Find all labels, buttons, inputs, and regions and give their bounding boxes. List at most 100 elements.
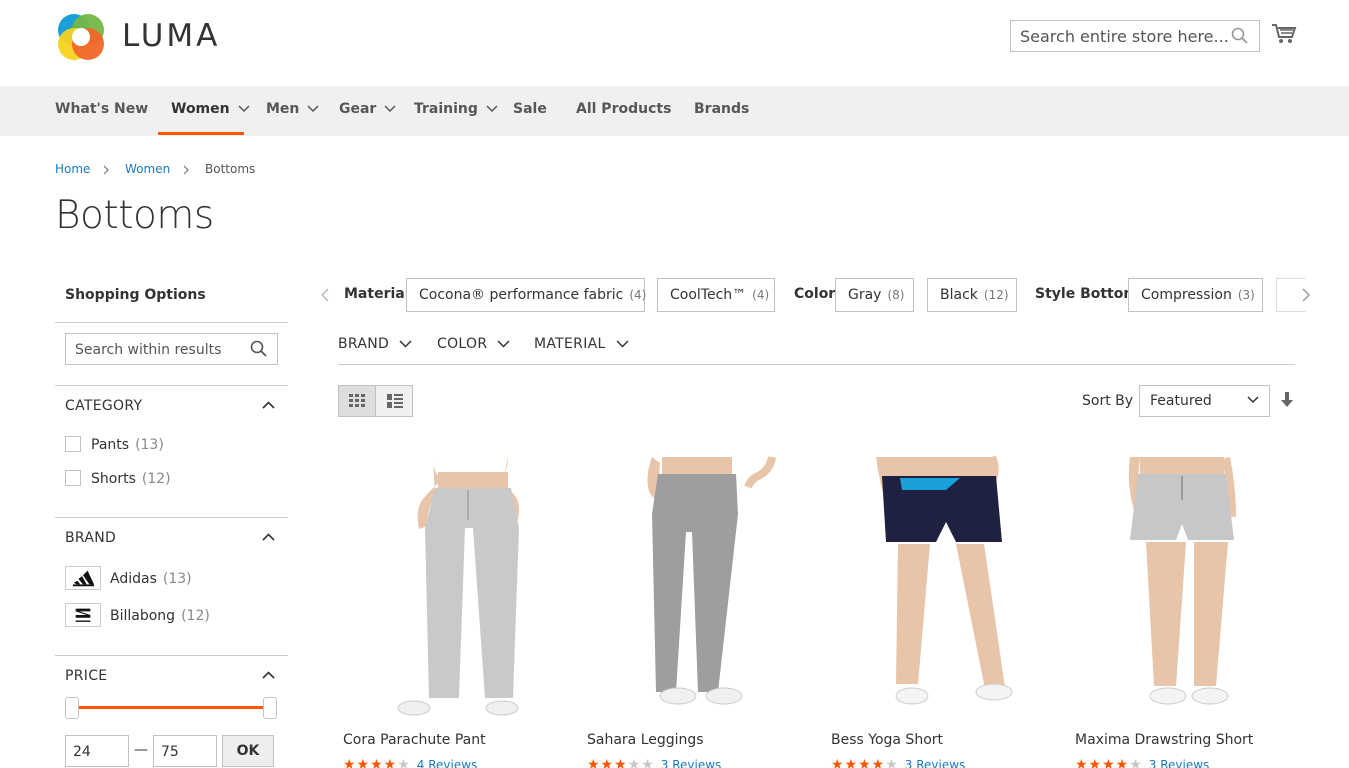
nav-item-training[interactable]: Training [414,101,498,117]
product-image[interactable] [582,452,822,718]
list-icon [387,394,403,408]
chip-text: Gray [848,287,882,303]
category-option-pants[interactable]: Pants (13) [91,437,164,453]
cart-icon[interactable] [1271,22,1297,46]
dropdown-filter-material[interactable]: MATERIAL [534,336,629,352]
billabong-logo-icon[interactable] [65,603,101,627]
chip-gray[interactable]: Gray (8) [835,278,914,312]
chevron-left-icon[interactable] [321,288,329,302]
category-filter-heading[interactable]: CATEGORY [65,398,142,414]
breadcrumb-home[interactable]: Home [55,162,90,176]
chip-count: (3) [1237,288,1255,302]
option-label: Billabong [110,608,176,624]
rating-stars: ★★★★★ 3 Reviews [587,757,721,768]
nav-item-whats-new[interactable]: What's New [55,101,148,117]
sort-direction-arrow-icon[interactable] [1280,392,1294,408]
main-navigation: What's New Women Men Gear Training Sale … [0,86,1349,136]
dropdown-filter-brand[interactable]: BRAND [338,336,412,352]
product-name-link[interactable]: Maxima Drawstring Short [1075,732,1253,748]
nav-item-men[interactable]: Men [266,101,319,117]
luma-logo-icon[interactable] [55,11,107,63]
list-view-button[interactable] [375,385,413,417]
chip-compression[interactable]: Compression (3) [1128,278,1263,312]
divider [55,655,288,656]
dropdown-label: COLOR [437,336,488,352]
price-ok-button[interactable]: OK [222,735,274,767]
price-slider-track[interactable] [72,706,270,709]
chevron-up-icon[interactable] [262,533,275,541]
chip-text: Cocona® performance fabric [419,287,624,303]
chevron-up-icon[interactable] [262,401,275,409]
grid-icon [349,394,365,407]
sidebar-search-placeholder: Search within results [75,342,222,358]
brand-name[interactable]: LUMA [122,18,220,54]
price-slider-min-handle[interactable] [65,697,79,719]
chevron-right-icon[interactable] [1302,288,1310,302]
nav-label: Training [414,101,478,117]
breadcrumb-women[interactable]: Women [125,162,170,176]
sidebar-search-input[interactable]: Search within results [65,333,278,365]
sort-value: Featured [1150,393,1212,409]
product-name-link[interactable]: Cora Parachute Pant [343,732,486,748]
option-label: Pants [91,437,130,453]
sort-select[interactable]: Featured [1139,385,1270,417]
breadcrumb-link[interactable]: Home [55,162,90,176]
nav-label: Brands [694,101,750,117]
sidebar-title: Shopping Options [65,287,206,303]
dropdown-label: MATERIAL [534,336,606,352]
chevron-down-icon [486,105,498,113]
price-min-input[interactable]: 24 [65,735,129,767]
nav-item-sale[interactable]: Sale [513,101,547,117]
search-placeholder: Search entire store here... [1020,27,1229,46]
nav-active-indicator [158,132,244,135]
product-name-link[interactable]: Bess Yoga Short [831,732,943,748]
chip-text: Black [940,287,978,303]
reviews-link[interactable]: 3 Reviews [661,758,722,768]
price-separator: — [134,742,148,758]
reviews-link[interactable]: 3 Reviews [905,758,966,768]
rating-stars: ★★★★★ 3 Reviews [1075,757,1209,768]
product-image[interactable] [826,452,1066,718]
reviews-link[interactable]: 4 Reviews [417,758,478,768]
category-option-shorts[interactable]: Shorts (12) [91,471,171,487]
search-icon[interactable] [250,340,268,358]
search-input[interactable]: Search entire store here... [1010,20,1260,52]
nav-label: Men [266,101,300,117]
chip-cooltech[interactable]: CoolTech™ (4) [657,278,775,312]
chevron-right-icon [183,165,189,175]
breadcrumb-link[interactable]: Women [125,162,170,176]
breadcrumb-current: Bottoms [205,162,256,176]
grid-view-button[interactable] [338,385,376,417]
price-filter-heading[interactable]: PRICE [65,668,107,684]
product-name-link[interactable]: Sahara Leggings [587,732,704,748]
brand-filter-heading[interactable]: BRAND [65,530,116,546]
brand-option-billabong[interactable]: Billabong (12) [110,608,210,624]
chip-count: (4) [752,288,770,302]
chip-cocona[interactable]: Cocona® performance fabric (4) [406,278,646,312]
chip-text: CoolTech™ [670,287,747,303]
search-icon[interactable] [1231,27,1249,45]
chip-black[interactable]: Black (12) [927,278,1017,312]
price-max-input[interactable]: 75 [153,735,217,767]
checkbox-shorts[interactable] [65,470,81,486]
chevron-down-icon [616,340,629,348]
nav-label: Gear [339,101,377,117]
brand-option-adidas[interactable]: Adidas (13) [110,571,192,587]
dropdown-filter-color[interactable]: COLOR [437,336,510,352]
nav-item-all-products[interactable]: All Products [576,101,671,117]
nav-item-women[interactable]: Women [171,101,250,117]
nav-item-gear[interactable]: Gear [339,101,396,117]
product-image[interactable] [1070,452,1310,718]
checkbox-pants[interactable] [65,436,81,452]
nav-label: What's New [55,101,149,117]
divider [338,364,1295,365]
chip-count: (8) [887,288,905,302]
adidas-logo-icon[interactable] [65,566,101,590]
nav-item-brands[interactable]: Brands [694,101,749,117]
option-count: (12) [181,608,210,624]
product-image[interactable] [338,452,578,718]
price-slider-max-handle[interactable] [263,697,277,719]
chevron-up-icon[interactable] [262,671,275,679]
reviews-link[interactable]: 3 Reviews [1149,758,1210,768]
sort-by-label: Sort By [1082,393,1134,409]
